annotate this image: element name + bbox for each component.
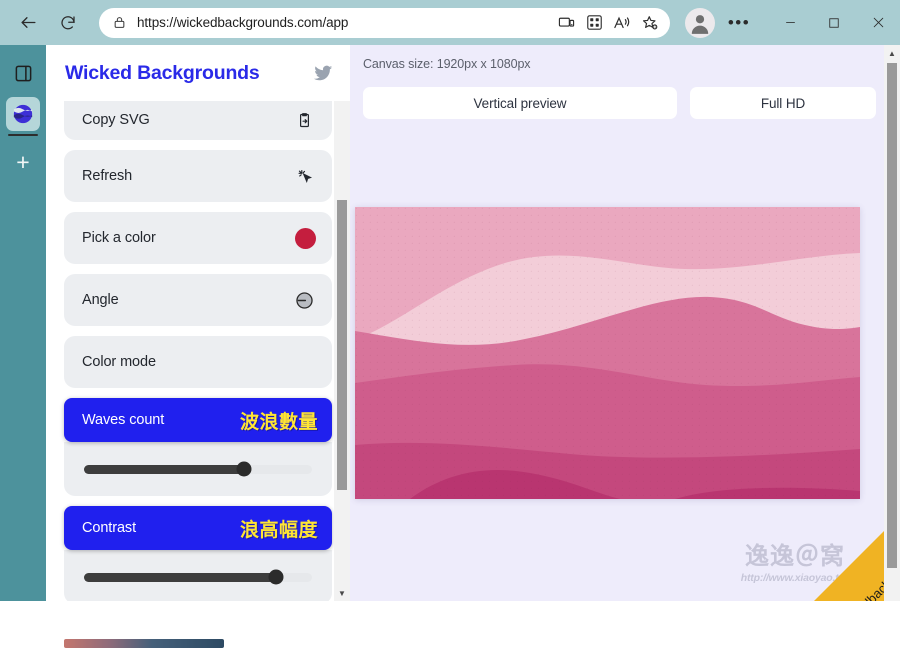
browser-settings-button[interactable]: ••• (722, 6, 756, 40)
twitter-icon[interactable] (310, 60, 336, 86)
slider-thumb[interactable] (268, 569, 284, 585)
control-label: Copy SVG (82, 112, 150, 128)
controls-scrollbar[interactable]: ▲ ▼ (334, 45, 350, 601)
control-label: Waves count (82, 412, 165, 428)
angle-dial-icon (292, 288, 316, 312)
wicked-backgrounds-favicon (13, 104, 33, 124)
slider-fill (84, 464, 244, 474)
scrollbar-thumb[interactable] (337, 200, 347, 490)
control-color-mode[interactable]: Color mode (64, 336, 332, 388)
omnibox-icons (551, 10, 663, 36)
page-content: Wicked Backgrounds Copy SVG Refresh Pick… (46, 45, 900, 648)
contrast-slider-row (64, 550, 332, 601)
cast-device-icon[interactable] (553, 10, 579, 36)
waves-count-slider[interactable] (84, 461, 312, 477)
control-label: Refresh (82, 168, 133, 184)
vertical-preview-button[interactable]: Vertical preview (363, 87, 677, 119)
site-info-lock-icon[interactable] (110, 14, 128, 32)
contrast-slider[interactable] (84, 569, 312, 585)
scrollbar-thumb[interactable] (887, 63, 897, 568)
reload-button[interactable] (51, 6, 85, 40)
back-button[interactable] (11, 6, 45, 40)
annotation-contrast: 浪高幅度 (239, 519, 318, 541)
control-contrast-highlight[interactable]: Contrast 浪高幅度 (64, 506, 332, 550)
control-angle[interactable]: Angle (64, 274, 332, 326)
preset-buttons: Vertical preview Full HD (350, 71, 900, 119)
back-arrow-icon (20, 17, 36, 28)
url-text: https://wickedbackgrounds.com/app (137, 15, 349, 30)
profile-avatar-icon (691, 14, 709, 34)
browser-toolbar: https://wickedbackgrounds.com/app ••• (0, 0, 900, 45)
close-button[interactable] (856, 5, 900, 41)
qr-code-icon[interactable] (581, 10, 607, 36)
slider-thumb[interactable] (236, 461, 252, 477)
scroll-down-arrow-icon[interactable]: ▼ (334, 585, 350, 601)
wave-dot-texture (355, 207, 860, 499)
tab-wicked-backgrounds[interactable] (6, 97, 40, 136)
waves-count-slider-row (64, 442, 332, 496)
profile-button[interactable] (685, 7, 715, 38)
clipboard-copy-icon (292, 108, 316, 132)
read-aloud-icon[interactable] (609, 10, 635, 36)
control-waves-count-highlight[interactable]: Waves count 波浪數量 (64, 398, 332, 442)
control-refresh[interactable]: Refresh (64, 150, 332, 202)
control-label: Pick a color (82, 230, 156, 246)
wave-preview[interactable] (355, 207, 860, 499)
slider-fill (84, 572, 276, 582)
window-controls (768, 5, 900, 41)
new-tab-button[interactable]: + (0, 143, 46, 181)
canvas-panel: Canvas size: 1920px x 1080px Vertical pr… (350, 45, 900, 601)
control-copy-svg[interactable]: Copy SVG (64, 101, 332, 140)
reload-icon (61, 15, 75, 29)
control-pick-a-color[interactable]: Pick a color (64, 212, 332, 264)
maximize-button[interactable] (812, 5, 856, 41)
controls-panel: Wicked Backgrounds Copy SVG Refresh Pick… (46, 45, 350, 648)
vertical-tabs-icon (15, 65, 31, 81)
canvas-scrollbar[interactable]: ▲ (884, 45, 900, 601)
address-bar[interactable]: https://wickedbackgrounds.com/app (99, 7, 670, 38)
annotation-waves-count: 波浪數量 (239, 411, 318, 433)
canvas-size-label: Canvas size: 1920px x 1080px (363, 57, 531, 71)
add-favorite-icon[interactable] (637, 10, 663, 36)
color-swatch-icon[interactable] (295, 227, 316, 249)
palette-strip-peek (64, 639, 224, 648)
page-title: Wicked Backgrounds (65, 61, 260, 84)
collections-button[interactable] (0, 53, 46, 93)
app-header: Wicked Backgrounds (46, 45, 350, 101)
vertical-tab-rail: + (0, 45, 46, 601)
control-label: Contrast (82, 520, 136, 536)
control-label: Angle (82, 292, 119, 308)
full-hd-button[interactable]: Full HD (690, 87, 876, 119)
scroll-up-arrow-icon[interactable]: ▲ (884, 45, 900, 61)
minimize-button[interactable] (768, 5, 812, 41)
controls-list: Copy SVG Refresh Pick a color Angle Colo… (46, 101, 350, 601)
wave-graphic (355, 207, 860, 499)
control-label: Color mode (82, 354, 156, 370)
sparkle-cursor-icon (292, 164, 316, 188)
